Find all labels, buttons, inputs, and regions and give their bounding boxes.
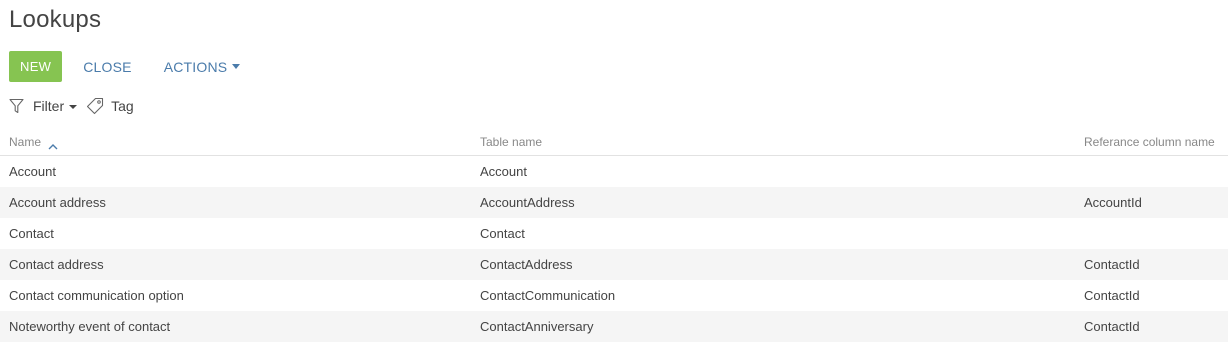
page-title: Lookups: [9, 6, 102, 33]
cell-table-name: AccountAddress: [480, 195, 575, 210]
new-button[interactable]: NEW: [9, 51, 63, 82]
chevron-down-icon: [232, 64, 241, 69]
table-row[interactable]: Contact communication option ContactComm…: [0, 280, 1228, 311]
actions-menu-button[interactable]: ACTIONS: [164, 59, 241, 75]
filter-icon[interactable]: [9, 98, 24, 114]
cell-reference-column: ContactId: [1084, 319, 1140, 334]
cell-table-name: ContactAddress: [480, 257, 573, 272]
cell-name: Contact: [9, 226, 54, 241]
cell-table-name: ContactCommunication: [480, 288, 616, 303]
cell-name: Contact address: [9, 257, 104, 272]
tag-button[interactable]: Tag: [111, 98, 134, 114]
column-header-name[interactable]: Name: [9, 135, 58, 149]
tag-icon[interactable]: [86, 97, 104, 115]
filter-button[interactable]: Filter: [33, 98, 64, 114]
table-row[interactable]: Noteworthy event of contact ContactAnniv…: [0, 311, 1228, 342]
filter-dropdown-icon[interactable]: [69, 105, 78, 109]
cell-name: Account address: [9, 195, 106, 210]
column-header-reference-column[interactable]: Referance column name: [1084, 135, 1215, 149]
grid-header: Name Table name Referance column name: [0, 130, 1228, 156]
lookups-grid: Name Table name Referance column name Ac…: [0, 130, 1228, 342]
cell-name: Account: [9, 164, 56, 179]
cell-table-name: Contact: [480, 226, 525, 241]
close-button-label: CLOSE: [83, 58, 132, 75]
cell-table-name: ContactAnniversary: [480, 319, 594, 334]
cell-reference-column: AccountId: [1084, 195, 1142, 210]
column-header-table-name[interactable]: Table name: [480, 135, 542, 149]
cell-name: Noteworthy event of contact: [9, 319, 171, 334]
cell-reference-column: ContactId: [1084, 257, 1140, 272]
cell-table-name: Account: [480, 164, 527, 179]
actions-button-label: ACTIONS: [163, 58, 228, 75]
column-header-label: Name: [9, 135, 42, 149]
toolbar: NEW CLOSE ACTIONS: [9, 51, 241, 82]
cell-reference-column: ContactId: [1084, 288, 1140, 303]
table-row[interactable]: Contact Contact: [0, 218, 1228, 249]
table-row[interactable]: Account address AccountAddress AccountId: [0, 187, 1228, 218]
close-button[interactable]: CLOSE: [83, 59, 131, 75]
sort-ascending-icon: [48, 139, 58, 149]
table-row[interactable]: Contact address ContactAddress ContactId: [0, 249, 1228, 280]
table-row[interactable]: Account Account: [0, 156, 1228, 187]
filter-bar: Filter Tag: [9, 96, 134, 116]
cell-name: Contact communication option: [9, 288, 184, 303]
